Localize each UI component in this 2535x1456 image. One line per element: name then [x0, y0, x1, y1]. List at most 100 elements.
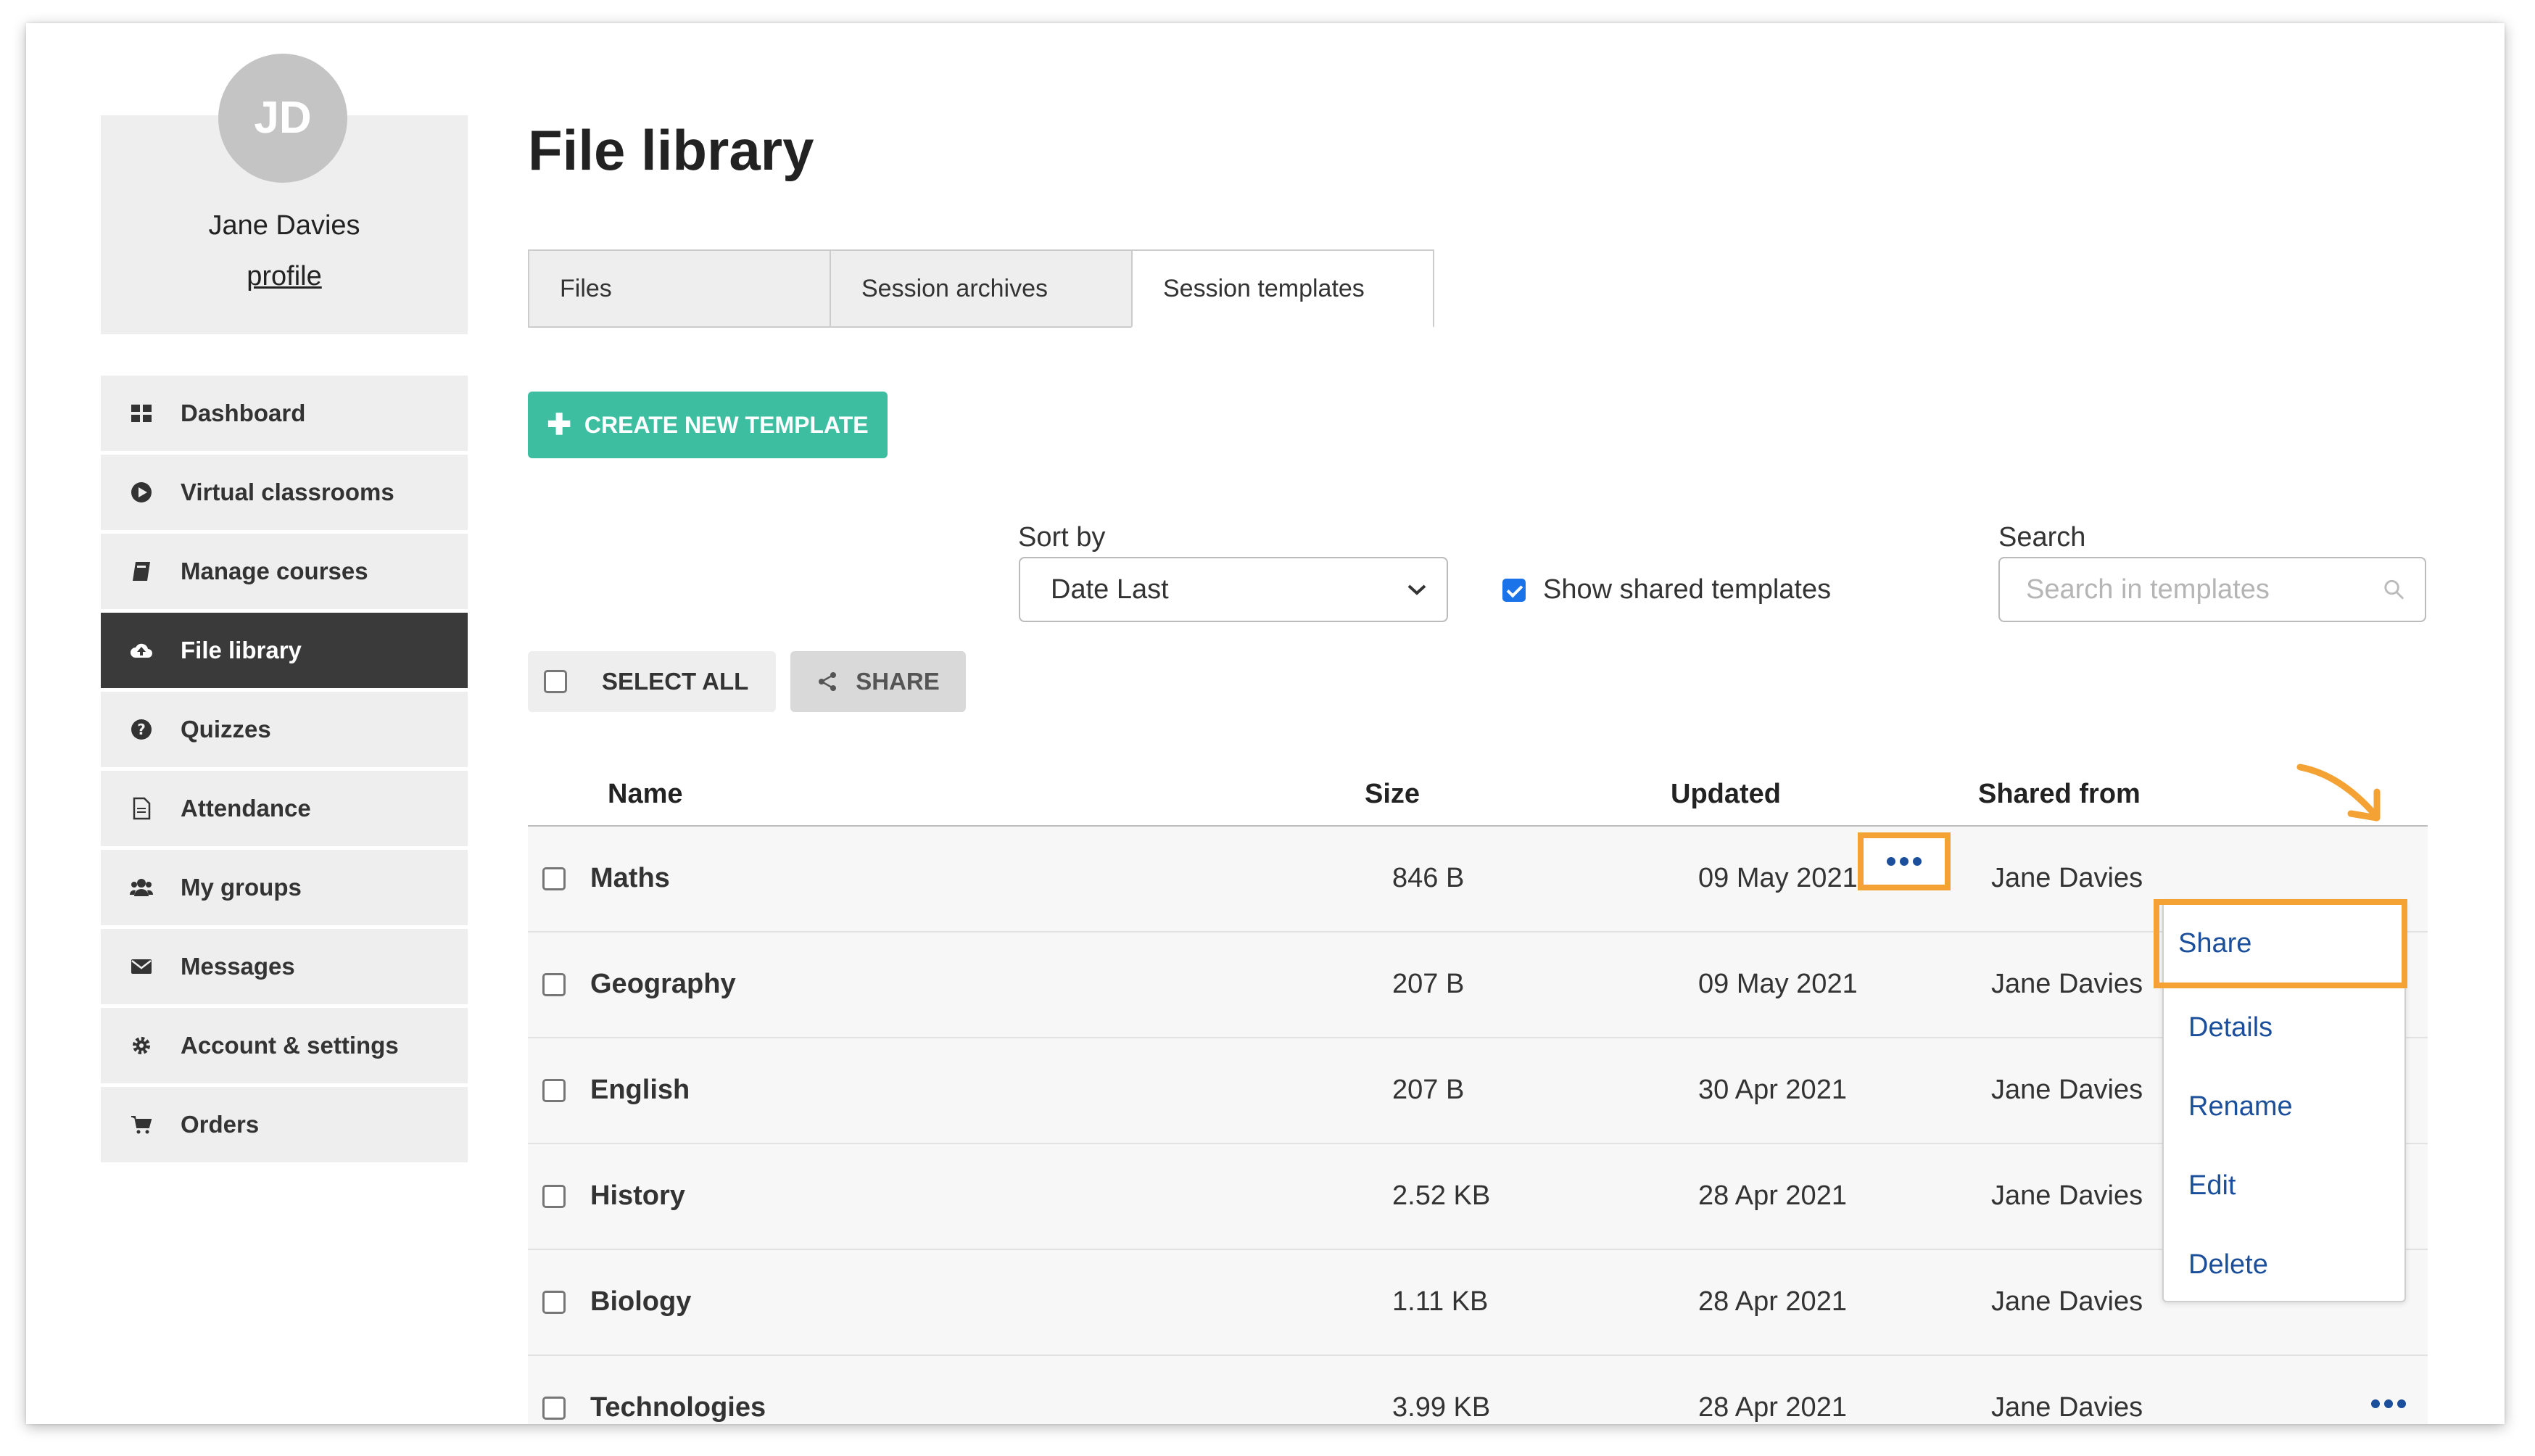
book-icon: [128, 558, 154, 584]
row-name: Geography: [590, 969, 736, 999]
tab-bar: Files Session archives Session templates: [528, 249, 1434, 329]
table-row[interactable]: Maths 846 B 09 May 2021 Jane Davies: [528, 827, 2428, 932]
row-size: 846 B: [1392, 863, 1465, 893]
search-label: Search: [1998, 522, 2086, 553]
sidebar-item-account-settings[interactable]: Account & settings: [101, 1008, 468, 1083]
cart-icon: [128, 1112, 154, 1138]
more-options-button[interactable]: [2371, 1399, 2406, 1408]
sidebar-item-orders[interactable]: Orders: [101, 1087, 468, 1162]
app-window: JD Jane Davies profile Dashboard Virtual…: [26, 23, 2505, 1424]
row-size: 3.99 KB: [1392, 1392, 1491, 1423]
more-dots-icon: [2371, 1399, 2406, 1408]
sort-by-value: Date Last: [1051, 574, 1169, 605]
sidebar-item-label: Quizzes: [181, 716, 271, 743]
plus-icon: ✚: [547, 409, 571, 441]
row-name: Biology: [590, 1286, 692, 1317]
create-new-template-button[interactable]: ✚ CREATE NEW TEMPLATE: [528, 392, 888, 458]
sidebar-item-attendance[interactable]: Attendance: [101, 771, 468, 846]
table-row[interactable]: Geography 207 B 09 May 2021 Jane Davies: [528, 932, 2428, 1038]
search-box: [1998, 557, 2426, 622]
select-all-button[interactable]: SELECT ALL: [528, 651, 776, 712]
avatar: JD: [218, 54, 347, 183]
row-checkbox[interactable]: [542, 1185, 566, 1208]
row-shared-from: Jane Davies: [1991, 863, 2143, 893]
sidebar-item-quizzes[interactable]: ? Quizzes: [101, 692, 468, 767]
sidebar-item-label: Dashboard: [181, 400, 306, 426]
create-new-template-label: CREATE NEW TEMPLATE: [584, 411, 869, 438]
menu-item-details[interactable]: Details: [2164, 988, 2404, 1067]
sidebar-item-dashboard[interactable]: Dashboard: [101, 376, 468, 451]
row-name: English: [590, 1075, 690, 1105]
tab-session-archives[interactable]: Session archives: [830, 249, 1133, 328]
profile-link[interactable]: profile: [101, 261, 468, 292]
envelope-icon: [128, 954, 154, 980]
sidebar-nav: Dashboard Virtual classrooms Manage cour…: [101, 376, 468, 1166]
sidebar-item-label: Orders: [181, 1111, 260, 1138]
gear-icon: [128, 1033, 154, 1059]
row-size: 207 B: [1392, 1075, 1465, 1105]
sidebar-item-label: Manage courses: [181, 558, 368, 584]
sidebar-item-my-groups[interactable]: My groups: [101, 850, 468, 925]
row-name: Maths: [590, 863, 670, 893]
share-button[interactable]: SHARE: [790, 651, 966, 712]
more-dots-icon: [1887, 857, 1922, 866]
menu-item-rename[interactable]: Rename: [2164, 1067, 2404, 1146]
row-shared-from: Jane Davies: [1991, 1075, 2143, 1105]
row-size: 1.11 KB: [1392, 1286, 1489, 1317]
share-icon: [819, 672, 837, 691]
column-header-size[interactable]: Size: [1365, 779, 1420, 810]
column-header-shared-from[interactable]: Shared from: [1978, 779, 2141, 810]
share-label: SHARE: [856, 668, 940, 695]
row-updated: 09 May 2021: [1698, 863, 1858, 893]
row-checkbox[interactable]: [542, 1291, 566, 1314]
table-row[interactable]: History 2.52 KB 28 Apr 2021 Jane Davies: [528, 1144, 2428, 1250]
show-shared-checkbox[interactable]: [1502, 578, 1526, 602]
profile-name: Jane Davies: [208, 210, 360, 241]
row-size: 2.52 KB: [1392, 1180, 1491, 1211]
row-shared-from: Jane Davies: [1991, 969, 2143, 999]
row-name: History: [590, 1180, 685, 1211]
column-header-name[interactable]: Name: [608, 779, 683, 810]
row-checkbox[interactable]: [542, 1397, 566, 1420]
page-title: File library: [528, 118, 814, 182]
sidebar-item-label: Attendance: [181, 795, 311, 822]
row-shared-from: Jane Davies: [1991, 1392, 2143, 1423]
row-updated: 28 Apr 2021: [1698, 1180, 1847, 1211]
more-options-button-highlighted[interactable]: [1858, 832, 1951, 890]
users-icon: [128, 874, 154, 901]
table-row[interactable]: English 207 B 30 Apr 2021 Jane Davies: [528, 1038, 2428, 1144]
row-name: Technologies: [590, 1392, 766, 1423]
menu-item-delete[interactable]: Delete: [2164, 1225, 2404, 1304]
search-icon: [2384, 579, 2404, 600]
show-shared-templates-toggle[interactable]: Show shared templates: [1502, 574, 1831, 605]
row-checkbox[interactable]: [542, 1079, 566, 1102]
dashboard-icon: [128, 400, 154, 426]
show-shared-label: Show shared templates: [1543, 574, 1832, 605]
column-header-updated[interactable]: Updated: [1671, 779, 1781, 810]
select-all-label: SELECT ALL: [602, 668, 749, 695]
select-all-checkbox[interactable]: [544, 670, 567, 693]
search-input[interactable]: [2025, 573, 2382, 606]
sidebar-item-label: File library: [181, 637, 302, 663]
row-updated: 28 Apr 2021: [1698, 1392, 1847, 1423]
sidebar-item-virtual-classrooms[interactable]: Virtual classrooms: [101, 455, 468, 530]
row-checkbox[interactable]: [542, 867, 566, 890]
table-row[interactable]: Biology 1.11 KB 28 Apr 2021 Jane Davies: [528, 1250, 2428, 1356]
tab-session-templates[interactable]: Session templates: [1131, 249, 1434, 328]
menu-item-share[interactable]: Share: [2154, 899, 2407, 988]
sidebar-item-label: My groups: [181, 874, 302, 901]
table-row[interactable]: Technologies 3.99 KB 28 Apr 2021 Jane Da…: [528, 1356, 2428, 1424]
sort-by-select[interactable]: Date Last: [1019, 557, 1448, 622]
row-shared-from: Jane Davies: [1991, 1286, 2143, 1317]
menu-item-edit[interactable]: Edit: [2164, 1146, 2404, 1225]
sidebar-item-manage-courses[interactable]: Manage courses: [101, 534, 468, 609]
sort-by-label: Sort by: [1018, 522, 1106, 553]
row-checkbox[interactable]: [542, 973, 566, 996]
row-actions-menu: Share Details Rename Edit Delete: [2154, 899, 2407, 1304]
play-circle-icon: [128, 479, 154, 505]
tab-files[interactable]: Files: [528, 249, 831, 328]
sidebar-item-file-library[interactable]: File library: [101, 613, 468, 688]
cloud-upload-icon: [128, 637, 154, 663]
row-updated: 28 Apr 2021: [1698, 1286, 1847, 1317]
sidebar-item-messages[interactable]: Messages: [101, 929, 468, 1004]
